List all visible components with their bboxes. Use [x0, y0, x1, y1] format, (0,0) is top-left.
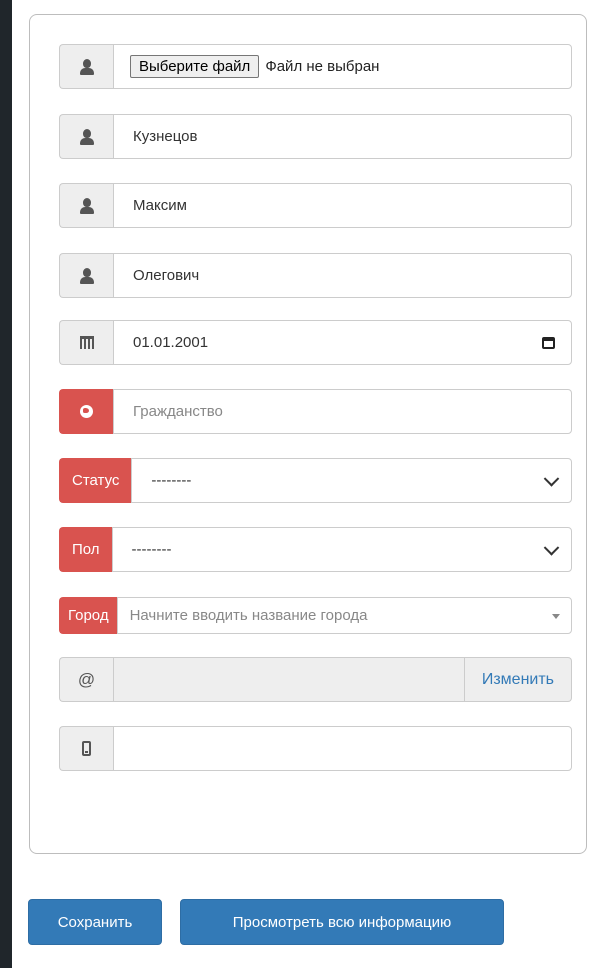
citizenship-placeholder: Гражданство — [133, 403, 223, 420]
choose-file-button[interactable]: Выберите файл — [130, 55, 260, 78]
photo-file-input[interactable]: Выберите файл Файл не выбран — [113, 44, 572, 89]
birth-date-value: 01.01.2001 — [133, 334, 209, 351]
gender-select[interactable]: -------- — [111, 527, 572, 572]
first-name-addon — [59, 183, 113, 228]
first-name-row: Максим — [59, 183, 572, 228]
file-status-text: Файл не выбран — [265, 58, 380, 75]
citizenship-input[interactable]: Гражданство — [113, 389, 572, 434]
phone-addon — [59, 726, 113, 771]
mobile-phone-icon — [82, 741, 91, 756]
middle-name-input[interactable]: Олегович — [113, 253, 572, 298]
gender-selected-value: -------- — [131, 541, 172, 558]
email-addon: @ — [59, 657, 113, 702]
citizenship-row: Гражданство — [59, 389, 572, 434]
at-sign-icon: @ — [77, 669, 96, 689]
city-placeholder: Начните вводить название города — [129, 607, 368, 624]
email-row: @ Изменить — [59, 657, 572, 702]
chevron-down-icon — [543, 539, 560, 556]
email-input — [113, 657, 465, 702]
user-icon — [79, 197, 95, 214]
caret-down-icon — [552, 613, 560, 619]
citizenship-addon — [59, 389, 113, 434]
calendar-icon — [79, 336, 94, 349]
status-label: Статус — [59, 458, 132, 503]
chevron-down-icon — [543, 470, 560, 487]
city-select[interactable]: Начните вводить название города — [116, 597, 572, 634]
photo-row: Выберите файл Файл не выбран — [59, 44, 572, 89]
last-name-row: Кузнецов — [59, 114, 572, 159]
phone-row — [59, 726, 572, 771]
user-icon — [79, 267, 95, 284]
user-icon — [79, 128, 95, 145]
date-picker-icon[interactable] — [542, 336, 555, 349]
first-name-input[interactable]: Максим — [113, 183, 572, 228]
birth-date-input[interactable]: 01.01.2001 — [113, 320, 572, 365]
status-selected-value: -------- — [151, 472, 192, 489]
last-name-addon — [59, 114, 113, 159]
city-label: Город — [59, 597, 117, 634]
gender-label: Пол — [59, 527, 112, 572]
page: Выберите файл Файл не выбран Кузнецов Ма… — [12, 0, 605, 968]
last-name-input[interactable]: Кузнецов — [113, 114, 572, 159]
middle-name-addon — [59, 253, 113, 298]
middle-name-row: Олегович — [59, 253, 572, 298]
gender-row: Пол -------- — [59, 527, 572, 572]
photo-addon — [59, 44, 113, 89]
save-button[interactable]: Сохранить — [28, 899, 162, 945]
status-row: Статус -------- — [59, 458, 572, 503]
birth-date-addon — [59, 320, 113, 365]
change-email-button[interactable]: Изменить — [464, 657, 572, 702]
view-all-info-button[interactable]: Просмотреть всю информацию — [180, 899, 504, 945]
user-icon — [79, 58, 95, 75]
phone-input[interactable] — [113, 726, 572, 771]
status-select[interactable]: -------- — [131, 458, 572, 503]
birth-date-row: 01.01.2001 — [59, 320, 572, 365]
globe-icon — [80, 405, 93, 418]
city-row: Город Начните вводить название города — [59, 597, 572, 634]
